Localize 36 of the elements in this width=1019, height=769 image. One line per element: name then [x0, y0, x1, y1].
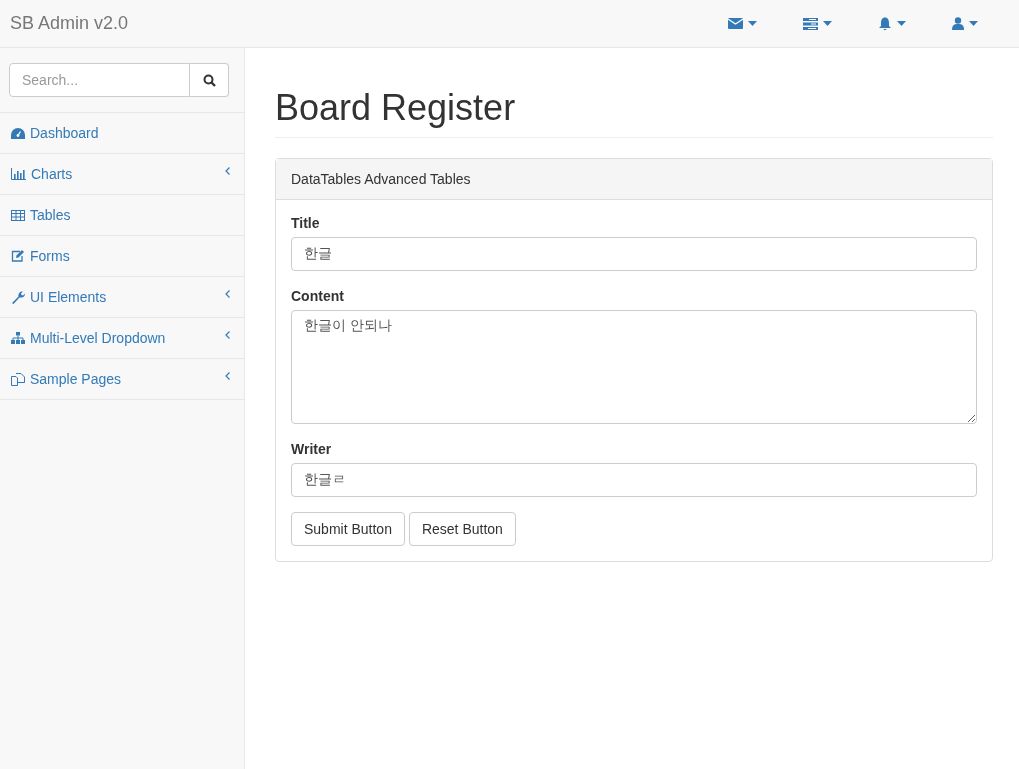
dashboard-icon [11, 127, 25, 139]
wrench-icon [11, 290, 25, 304]
panel-heading: DataTables Advanced Tables [276, 158, 992, 200]
content-textarea[interactable]: 한글이 안되나 [291, 309, 977, 424]
form-button[interactable]: Submit Button [291, 511, 405, 546]
caret-icon [823, 21, 832, 26]
envelope-icon [728, 18, 743, 29]
sidebar-item[interactable]: UI Elements [0, 277, 244, 318]
caret-icon [969, 21, 978, 26]
brand-title[interactable]: SB Admin v2.0 [10, 13, 129, 34]
caret-icon [897, 21, 906, 26]
search-button[interactable] [190, 63, 229, 97]
sidebar-item[interactable]: Forms [0, 236, 244, 277]
text-input[interactable]: 한글 [291, 236, 977, 271]
sidebar-item[interactable]: Multi-Level Dropdown [0, 318, 244, 359]
field-label: Writer [291, 440, 332, 457]
bar-chart-icon [11, 168, 26, 180]
search-icon [202, 73, 216, 87]
field-label: Content [291, 287, 344, 304]
caret-icon [748, 21, 757, 26]
edit-icon [11, 250, 25, 262]
bell-icon [878, 16, 892, 31]
form-button[interactable]: Reset Button [408, 511, 516, 546]
table-icon [11, 209, 25, 221]
sidebar-item[interactable]: Sample Pages [0, 359, 244, 400]
sidebar-item[interactable]: Tables [0, 195, 244, 236]
sidebar-item[interactable]: Dashboard [0, 113, 244, 154]
user-icon [952, 17, 964, 30]
files-icon [11, 372, 25, 386]
field-label: Title [291, 214, 320, 231]
sitemap-icon [11, 332, 25, 344]
text-input[interactable]: 한글ㄹ [291, 462, 977, 497]
sidebar-item[interactable]: Charts [0, 154, 244, 195]
page-title: Board Register [275, 88, 993, 138]
search-field[interactable]: Search... [9, 63, 190, 97]
list-icon [803, 17, 818, 30]
